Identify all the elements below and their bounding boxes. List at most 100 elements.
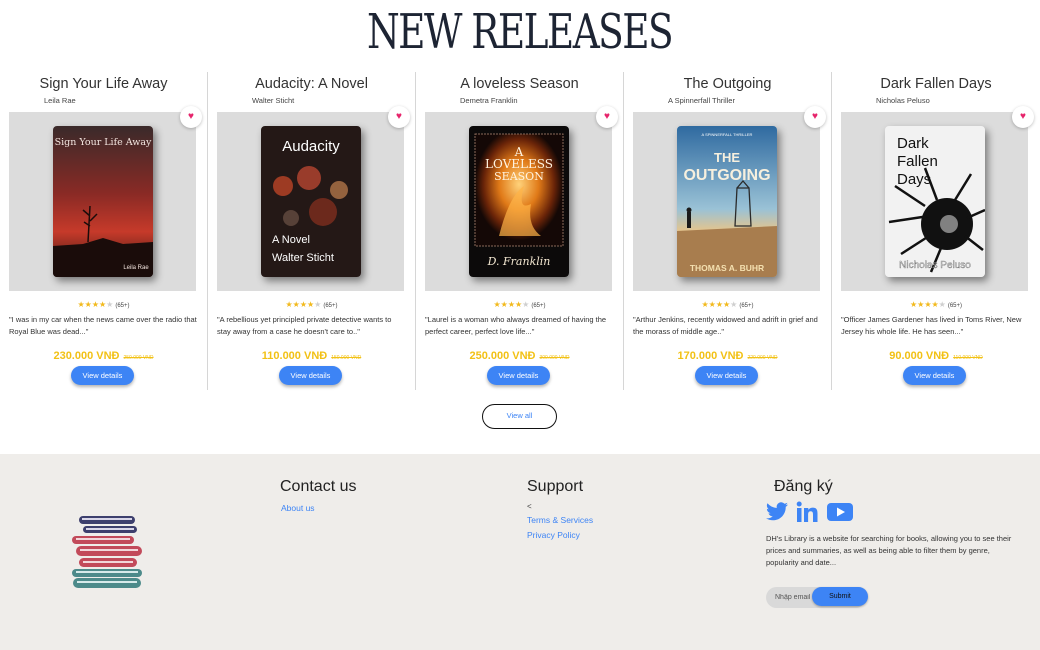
- library-logo-icon[interactable]: [68, 512, 150, 592]
- book-author: Demetra Franklin: [460, 96, 518, 105]
- price-row: 250.000 VNĐ 300.000 VNĐ: [416, 346, 623, 364]
- view-details-button[interactable]: View details: [695, 366, 758, 385]
- submit-button[interactable]: Submit: [812, 587, 868, 606]
- book-description: "Laurel is a woman who always dreamed of…: [425, 315, 607, 336]
- cover-box: ♥ Sign Your Life Away Leila Rae: [9, 106, 202, 291]
- book-author: A Spinnerfall Thriller: [668, 96, 735, 105]
- cover-title-1: THE: [714, 150, 740, 165]
- view-details-button[interactable]: View details: [903, 366, 966, 385]
- rating-stars: ★★★★★ (65+): [909, 300, 963, 309]
- contact-heading: Contact us: [280, 478, 357, 495]
- price-row: 110.000 VNĐ 150.000 VNĐ: [208, 346, 415, 364]
- cover-box: ♥ A LOVELESS SEASON D. Franklin: [425, 106, 618, 291]
- book-card: Sign Your Life Away Leila Rae ♥ Sign You…: [0, 72, 208, 390]
- register-heading: Đăng ký: [774, 478, 833, 495]
- book-author: Walter Sticht: [252, 96, 295, 105]
- price: 230.000 VNĐ: [53, 350, 120, 362]
- terms-link[interactable]: Terms & Services: [527, 515, 593, 525]
- book-card: Dark Fallen Days Nicholas Peluso ♥ Dark …: [832, 72, 1040, 390]
- heart-icon[interactable]: ♥: [388, 106, 410, 128]
- book-card: A loveless Season Demetra Franklin ♥ A L…: [416, 72, 624, 390]
- cover-title-3: SEASON: [494, 170, 544, 183]
- rating-stars: ★★★★★ (65+): [285, 300, 338, 309]
- price: 250.000 VNĐ: [469, 350, 536, 362]
- price: 170.000 VNĐ: [677, 350, 744, 362]
- heart-icon[interactable]: ♥: [804, 106, 826, 128]
- heart-icon[interactable]: ♥: [1012, 106, 1034, 128]
- book-description: "I was in my car when the news came over…: [9, 315, 197, 336]
- rating-stars: ★★★★★ (65+): [77, 300, 130, 309]
- book-cover[interactable]: Sign Your Life Away Leila Rae: [53, 126, 153, 277]
- price: 110.000 VNĐ: [261, 350, 328, 362]
- old-price: 110.000 VNĐ: [953, 355, 983, 361]
- price-row: 170.000 VNĐ 220.000 VNĐ: [624, 346, 831, 364]
- cover-box: ♥ Audacity A Novel Walter Sticht: [217, 106, 410, 291]
- cover-author: D. Franklin: [487, 255, 551, 268]
- view-details-button[interactable]: View details: [71, 366, 134, 385]
- book-card: The Outgoing A Spinnerfall Thriller ♥ A …: [624, 72, 832, 390]
- review-count: (65+): [531, 303, 546, 309]
- view-details-button[interactable]: View details: [279, 366, 342, 385]
- rating-stars: ★★★★★ (65+): [493, 300, 546, 309]
- cover-box: ♥ A SPINNERFALL THRILLER THE OUTGOING TH…: [633, 106, 826, 291]
- book-description: "Arthur Jenkins, recently widowed and ad…: [633, 315, 818, 336]
- review-count: (65+): [947, 303, 963, 309]
- linkedin-icon[interactable]: [796, 501, 818, 528]
- section-title: NEW RELEASES: [366, 4, 674, 60]
- cover-title-2: LOVELESS: [485, 157, 553, 171]
- rating-stars: ★★★★★ (65+): [701, 300, 754, 309]
- heart-icon[interactable]: ♥: [596, 106, 618, 128]
- privacy-link[interactable]: Privacy Policy: [527, 530, 580, 540]
- book-title[interactable]: The Outgoing: [624, 76, 831, 92]
- cover-title-1: Dark: [897, 135, 929, 152]
- review-count: (65+): [739, 303, 754, 309]
- newsletter-form: Submit: [766, 587, 868, 608]
- book-cover[interactable]: A LOVELESS SEASON D. Franklin: [469, 126, 569, 277]
- old-price: 250.000 VNĐ: [123, 355, 154, 361]
- twitter-icon[interactable]: [765, 501, 789, 528]
- cover-box: ♥ Dark Fallen Days Nicholas Peluso: [841, 106, 1034, 291]
- support-marker: <: [527, 502, 532, 511]
- cover-subtitle: A Novel: [272, 234, 310, 246]
- view-details-button[interactable]: View details: [487, 366, 550, 385]
- book-cover[interactable]: A SPINNERFALL THRILLER THE OUTGOING THOM…: [677, 126, 777, 277]
- cover-title-2: Fallen: [897, 153, 938, 170]
- cover-title-3: Days: [897, 171, 931, 188]
- view-all-button[interactable]: View all: [482, 404, 557, 429]
- heart-icon[interactable]: ♥: [180, 106, 202, 128]
- social-links: [765, 501, 865, 527]
- book-cover[interactable]: Audacity A Novel Walter Sticht: [261, 126, 361, 277]
- review-count: (65+): [115, 303, 130, 309]
- book-title[interactable]: Audacity: A Novel: [208, 76, 415, 92]
- cover-author: Walter Sticht: [272, 252, 334, 264]
- book-card: Audacity: A Novel Walter Sticht ♥ Audaci…: [208, 72, 416, 390]
- book-title[interactable]: Dark Fallen Days: [832, 76, 1040, 92]
- price-row: 90.000 VNĐ 110.000 VNĐ: [832, 346, 1040, 364]
- book-title[interactable]: Sign Your Life Away: [0, 76, 207, 92]
- footer: Contact us About us Support < Terms & Se…: [0, 454, 1040, 650]
- price-row: 230.000 VNĐ 250.000 VNĐ: [0, 346, 207, 364]
- old-price: 150.000 VNĐ: [331, 355, 362, 361]
- cover-author: THOMAS A. BUHR: [690, 263, 764, 273]
- page: NEW RELEASES Sign Your Life Away Leila R…: [0, 0, 1040, 650]
- review-count: (65+): [323, 303, 338, 309]
- book-title[interactable]: A loveless Season: [416, 76, 623, 92]
- cover-author: Leila Rae: [123, 265, 149, 271]
- book-description: "A rebellious yet principled private det…: [217, 315, 392, 336]
- cover-title: Sign Your Life Away: [55, 137, 152, 148]
- cover-title: Audacity: [282, 138, 340, 155]
- support-heading: Support: [527, 478, 584, 495]
- old-price: 300.000 VNĐ: [539, 355, 570, 361]
- book-description: "Officer James Gardener has lived in Tom…: [841, 315, 1022, 336]
- about-us-link[interactable]: About us: [281, 503, 315, 513]
- about-text: DH's Library is a website for searching …: [766, 534, 1012, 567]
- price: 90.000 VNĐ: [889, 350, 950, 362]
- youtube-icon[interactable]: [827, 503, 853, 526]
- cover-series: A SPINNERFALL THRILLER: [702, 132, 753, 137]
- book-author: Nicholas Peluso: [876, 96, 930, 105]
- book-list: Sign Your Life Away Leila Rae ♥ Sign You…: [0, 72, 1040, 390]
- cover-title-2: OUTGOING: [683, 167, 770, 184]
- cover-author: Nicholas Peluso: [899, 260, 971, 271]
- book-cover[interactable]: Dark Fallen Days Nicholas Peluso: [885, 126, 985, 277]
- book-author: Leila Rae: [44, 96, 76, 105]
